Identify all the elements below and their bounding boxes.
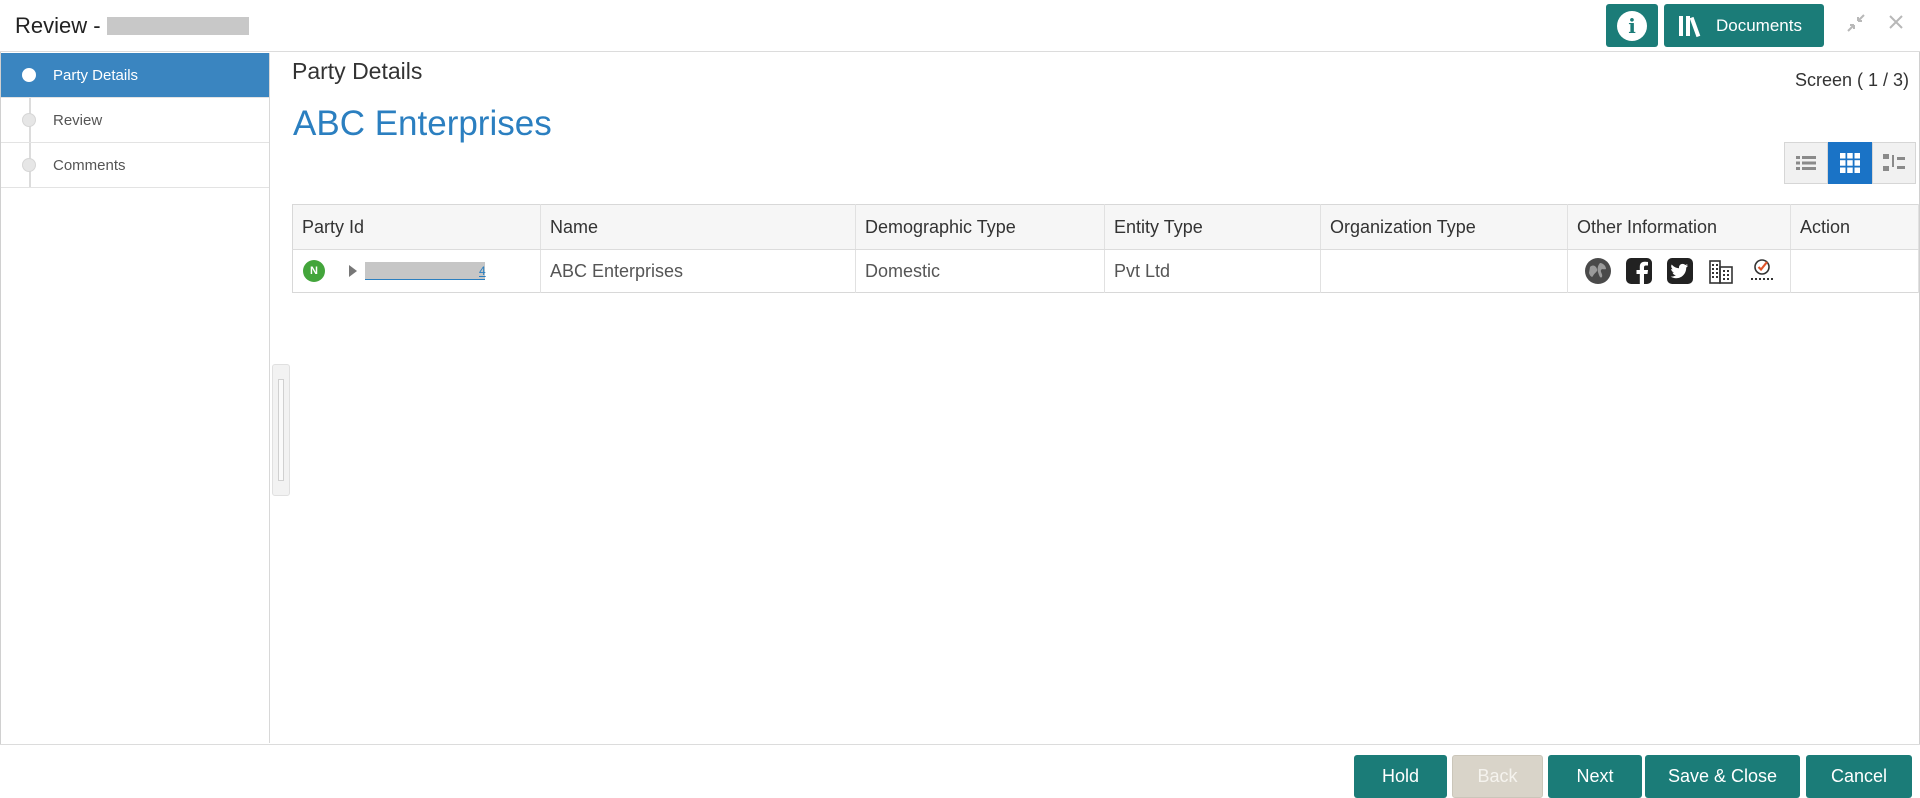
party-table: Party Id Name Demographic Type Entity Ty… [292, 204, 1919, 293]
step-marker [22, 113, 36, 127]
party-id-cell: N 4 [292, 249, 541, 293]
column-header[interactable]: Name [540, 204, 856, 250]
tree-view-button[interactable] [1872, 142, 1916, 184]
expand-row-icon[interactable] [349, 265, 357, 277]
column-header[interactable]: Other Information [1567, 204, 1791, 250]
redacted-application-number [106, 17, 249, 35]
documents-button[interactable]: Documents [1664, 4, 1824, 47]
party-id-link-suffix[interactable]: 4 [479, 264, 486, 278]
step-party-details[interactable]: Party Details [1, 53, 269, 98]
step-comments[interactable]: Comments [1, 143, 269, 188]
next-button[interactable]: Next [1548, 755, 1642, 798]
globe-icon[interactable] [1582, 255, 1614, 287]
documents-label: Documents [1716, 15, 1802, 35]
party-name-heading: ABC Enterprises [293, 104, 552, 143]
hold-button[interactable]: Hold [1354, 755, 1447, 798]
footer-bar: Hold Back Next Save & Close Cancel [0, 744, 1920, 798]
info-button[interactable]: i [1606, 4, 1658, 47]
minimize-icon[interactable] [1844, 12, 1868, 36]
back-button[interactable]: Back [1452, 755, 1543, 798]
hierarchy-icon [1883, 154, 1905, 171]
column-header[interactable]: Demographic Type [855, 204, 1105, 250]
list-icon [1796, 156, 1816, 170]
view-toggle [1784, 142, 1916, 184]
cancel-button[interactable]: Cancel [1806, 755, 1912, 798]
close-icon[interactable] [1884, 12, 1908, 36]
name-cell: ABC Enterprises [540, 249, 856, 293]
column-header[interactable]: Party Id [292, 204, 541, 250]
table-header-row: Party Id Name Demographic Type Entity Ty… [292, 204, 1919, 250]
building-icon[interactable] [1705, 255, 1737, 287]
facebook-icon[interactable] [1623, 255, 1655, 287]
step-label: Party Details [53, 66, 139, 84]
sidebar-resize-handle[interactable] [272, 364, 290, 496]
save-close-button[interactable]: Save & Close [1645, 755, 1800, 798]
other-information-cell [1567, 249, 1791, 293]
library-icon [1679, 15, 1701, 37]
list-view-button[interactable] [1784, 142, 1828, 184]
grid-icon [1840, 153, 1860, 173]
entity-type-cell: Pvt Ltd [1104, 249, 1321, 293]
header-bar: Review - i Documents [0, 0, 1920, 52]
organization-type-cell [1320, 249, 1568, 293]
window-title-text: Review - [15, 13, 101, 38]
window-title: Review - [15, 13, 249, 39]
action-cell[interactable] [1790, 249, 1919, 293]
info-icon: i [1617, 10, 1647, 41]
step-marker [22, 158, 36, 172]
step-sidebar: Party Details Review Comments [1, 53, 270, 743]
step-review[interactable]: Review [1, 98, 269, 143]
screen-indicator: Screen ( 1 / 3) [1795, 70, 1910, 90]
column-header[interactable]: Entity Type [1104, 204, 1321, 250]
column-header[interactable]: Organization Type [1320, 204, 1568, 250]
table-row[interactable]: N 4 ABC Enterprises Domestic Pvt Ltd [292, 249, 1919, 293]
party-status-badge: N [303, 260, 325, 282]
grid-view-button[interactable] [1828, 142, 1872, 184]
step-marker [22, 68, 36, 82]
resize-grip [278, 379, 284, 481]
step-label: Comments [53, 156, 126, 174]
step-label: Review [53, 111, 103, 129]
checklist-icon[interactable] [1746, 255, 1778, 287]
demographic-type-cell: Domestic [855, 249, 1105, 293]
page-title: Party Details [292, 58, 423, 84]
redacted-party-id-link[interactable] [365, 262, 485, 280]
twitter-icon[interactable] [1664, 255, 1696, 287]
column-header[interactable]: Action [1790, 204, 1919, 250]
